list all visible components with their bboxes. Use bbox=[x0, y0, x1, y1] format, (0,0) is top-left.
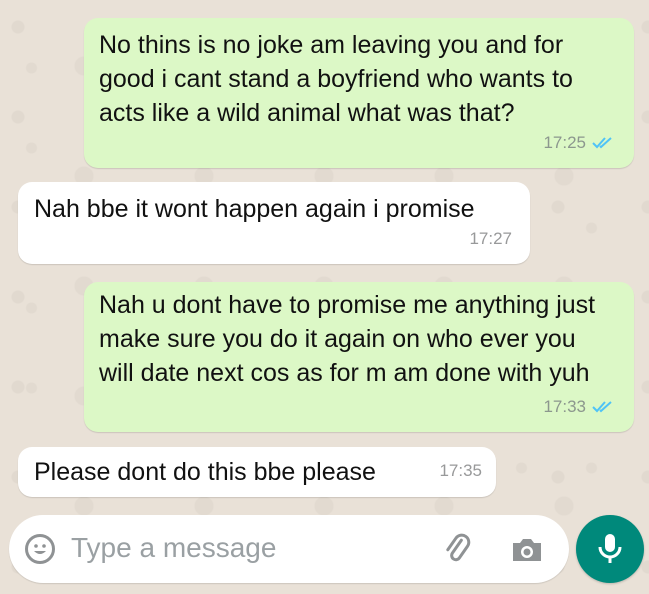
message-time: 17:25 bbox=[543, 133, 586, 152]
mic-button[interactable] bbox=[576, 515, 644, 583]
incoming-message[interactable]: Please dont do this bbe please 17:35 bbox=[18, 447, 496, 497]
message-text: Nah bbe it wont happen again i promise bbox=[34, 195, 475, 223]
mic-icon bbox=[598, 534, 622, 563]
attach-icon[interactable] bbox=[441, 533, 475, 567]
message-text: Nah u dont have to promise me anything j… bbox=[99, 291, 596, 387]
emoji-icon[interactable] bbox=[25, 534, 55, 564]
message-time: 17:35 bbox=[439, 461, 482, 480]
outgoing-message[interactable]: No thins is no joke am leaving you and f… bbox=[84, 18, 634, 168]
message-time: 17:33 bbox=[543, 397, 586, 416]
outgoing-message[interactable]: Nah u dont have to promise me anything j… bbox=[84, 282, 634, 432]
message-input[interactable]: Type a message bbox=[71, 532, 276, 564]
read-ticks-icon bbox=[592, 401, 612, 413]
read-ticks-icon bbox=[592, 137, 612, 149]
message-meta: 17:35 bbox=[439, 454, 482, 488]
message-text: Please dont do this bbe please bbox=[34, 458, 376, 486]
message-meta: 17:25 bbox=[543, 126, 616, 160]
camera-icon[interactable] bbox=[509, 533, 545, 567]
message-meta: 17:33 bbox=[543, 390, 616, 424]
message-time: 17:27 bbox=[469, 229, 512, 248]
incoming-message[interactable]: Nah bbe it wont happen again i promise 1… bbox=[18, 182, 530, 264]
message-meta: 17:27 bbox=[469, 222, 512, 256]
message-composer[interactable]: Type a message bbox=[9, 515, 569, 583]
message-text: No thins is no joke am leaving you and f… bbox=[99, 31, 573, 127]
